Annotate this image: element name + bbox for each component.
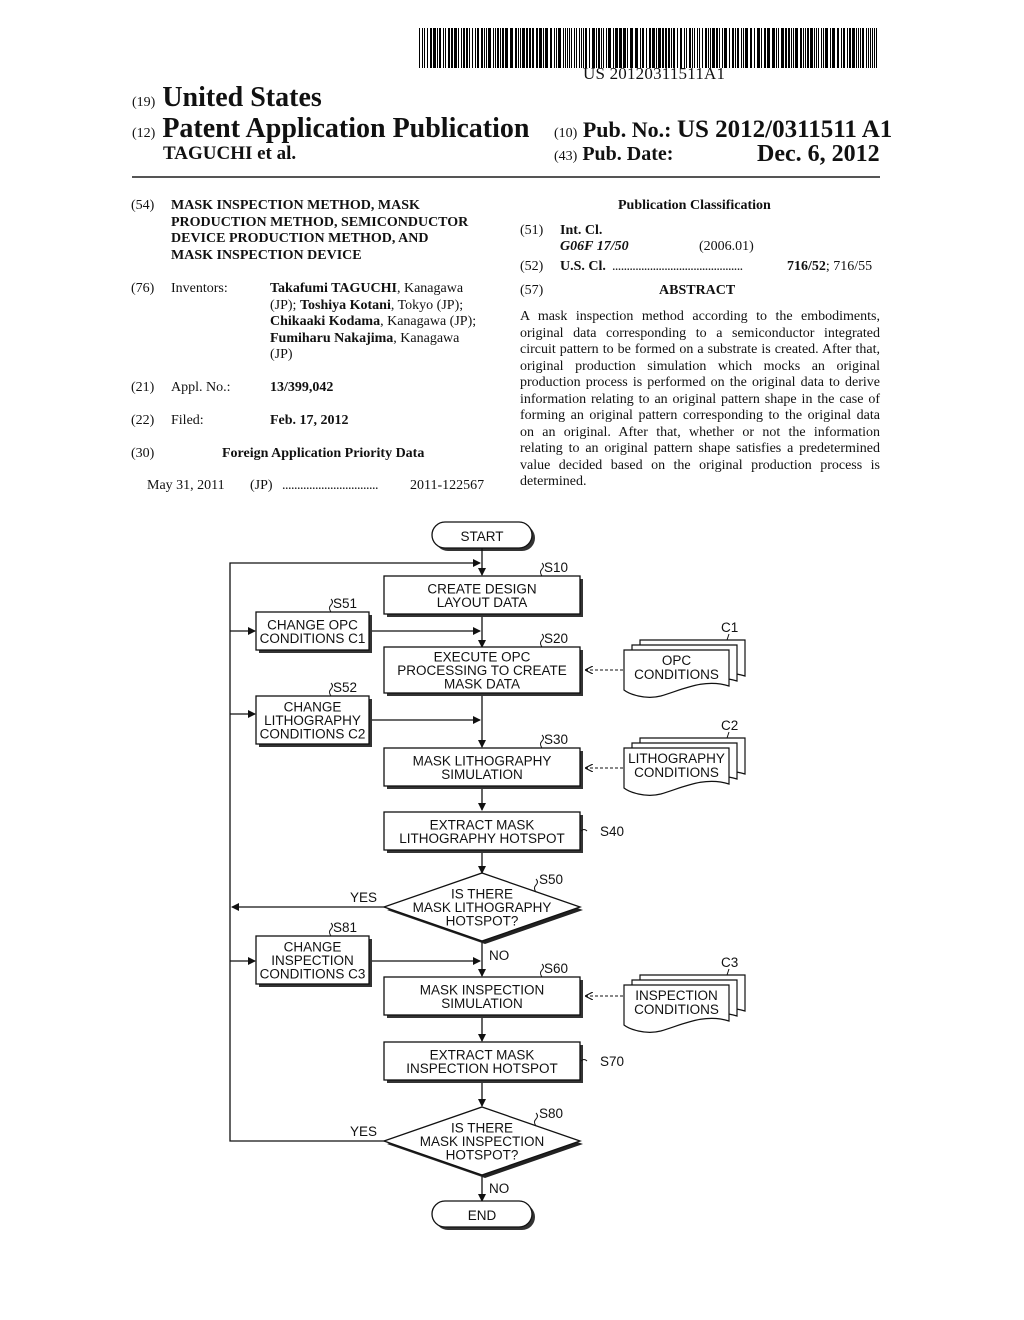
- step-id-label: S50: [539, 872, 563, 887]
- step-id-label: S52: [333, 680, 357, 695]
- step-text: CONDITIONS C3: [260, 967, 366, 982]
- yes-label-s50: YES: [350, 890, 377, 905]
- step-text: LITHOGRAPHY: [628, 751, 725, 766]
- step-text: HOTSPOT?: [446, 914, 519, 929]
- document-id-label: C2: [721, 718, 738, 733]
- step-text: OPC: [662, 653, 692, 668]
- step-id-label: S51: [333, 596, 357, 611]
- step-id-label: S20: [544, 631, 568, 646]
- step-text: INSPECTION HOTSPOT: [406, 1061, 558, 1076]
- end-label: END: [468, 1208, 497, 1223]
- step-text: CONDITIONS C1: [260, 631, 366, 646]
- step-text: HOTSPOT?: [446, 1148, 519, 1163]
- step-id-label: S40: [600, 824, 624, 839]
- step-id-label: S80: [539, 1106, 563, 1121]
- document-id-label: C1: [721, 620, 738, 635]
- step-s81: CHANGEINSPECTIONCONDITIONS C3S81: [255, 920, 372, 987]
- end-terminal: END: [431, 1200, 535, 1230]
- step-id-label: S10: [544, 560, 568, 575]
- step-text: LAYOUT DATA: [437, 595, 528, 610]
- step-s20: EXECUTE OPCPROCESSING TO CREATEMASK DATA…: [383, 631, 583, 696]
- step-text: CONDITIONS: [634, 1002, 719, 1017]
- document-id-label: C3: [721, 955, 738, 970]
- step-text: CONDITIONS C2: [260, 727, 366, 742]
- step-s70: EXTRACT MASKINSPECTION HOTSPOT S70: [383, 1041, 624, 1083]
- step-s30: MASK LITHOGRAPHYSIMULATIONS30: [383, 732, 583, 789]
- document-c2: LITHOGRAPHYCONDITIONS C2: [623, 718, 746, 796]
- step-text: CONDITIONS: [634, 667, 719, 682]
- step-id-label: S30: [544, 732, 568, 747]
- step-text: SIMULATION: [441, 996, 523, 1011]
- start-label: START: [460, 529, 503, 544]
- start-terminal: START: [431, 521, 535, 551]
- document-c3: INSPECTIONCONDITIONS C3: [623, 955, 746, 1033]
- flowchart: START CREATE DESIGNLAYOUT DATAS10EXECUTE…: [229, 521, 746, 1230]
- step-text: SIMULATION: [441, 767, 523, 782]
- step-s60: MASK INSPECTIONSIMULATIONS60: [383, 961, 583, 1018]
- step-s52: CHANGELITHOGRAPHYCONDITIONS C2S52: [255, 680, 372, 747]
- step-text: LITHOGRAPHY HOTSPOT: [399, 831, 565, 846]
- document-c1: OPCCONDITIONS C1: [623, 620, 746, 698]
- step-s51: CHANGE OPCCONDITIONS C1S51: [255, 596, 372, 653]
- step-text: INSPECTION: [635, 988, 718, 1003]
- no-label-s50: NO: [489, 948, 509, 963]
- step-id-label: S70: [600, 1054, 624, 1069]
- step-text: CONDITIONS: [634, 765, 719, 780]
- step-id-label: S81: [333, 920, 357, 935]
- decision-s50: IS THEREMASK LITHOGRAPHYHOTSPOT?S50: [382, 872, 583, 944]
- yes-label-s80: YES: [350, 1124, 377, 1139]
- step-text: MASK DATA: [444, 677, 520, 692]
- step-s10: CREATE DESIGNLAYOUT DATAS10: [383, 560, 583, 617]
- no-label-s80: NO: [489, 1181, 509, 1196]
- step-s40: EXTRACT MASKLITHOGRAPHY HOTSPOT S40: [383, 811, 624, 853]
- step-id-label: S60: [544, 961, 568, 976]
- decision-s80: IS THEREMASK INSPECTIONHOTSPOT?S80: [382, 1106, 583, 1178]
